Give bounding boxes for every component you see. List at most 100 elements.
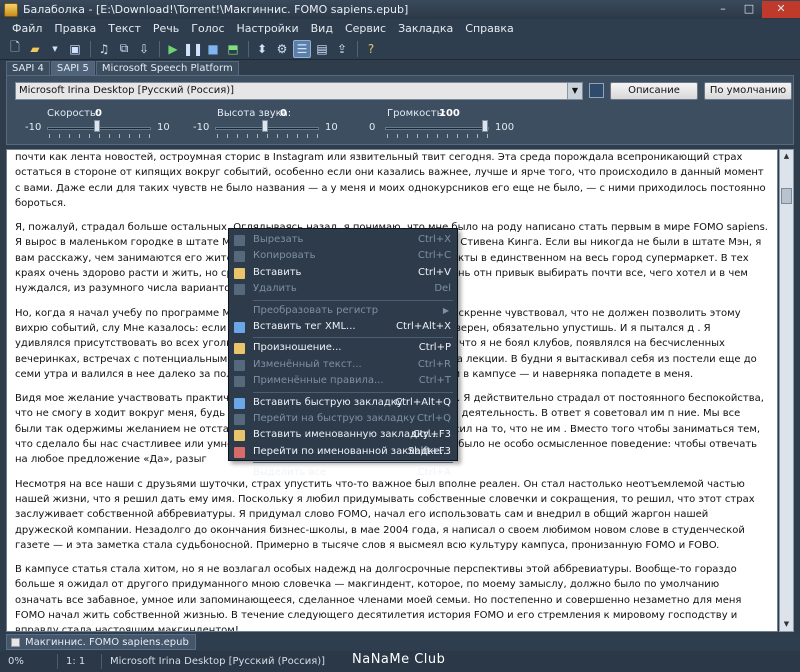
menu-text[interactable]: Текст [102, 19, 147, 38]
document-tab[interactable]: Макгиннис. FOMO sapiens.epub [6, 634, 196, 650]
context-menu-item[interactable]: Вставить тег XML... Ctrl+Alt+X [229, 319, 457, 335]
voice-icon[interactable]: ⬍ [253, 40, 271, 58]
context-menu-item[interactable]: Перейти по именованной закладке... Shift+… [229, 444, 457, 460]
default-button[interactable]: По умолчанию [704, 82, 792, 100]
paragraph: В кампусе статья стала хитом, но я не во… [15, 564, 742, 632]
scrollbar-thumb[interactable] [781, 188, 792, 204]
document-icon [11, 638, 20, 647]
tab-sapi4[interactable]: SAPI 4 [6, 61, 50, 75]
maximize-button[interactable]: □ [736, 1, 762, 18]
stop-icon[interactable]: ■ [204, 40, 222, 58]
context-menu-label: Вставить именованную закладку... [253, 429, 439, 441]
context-menu-label: Преобразовать регистр [253, 304, 379, 316]
menu-separator [253, 462, 453, 464]
watermark-logo: NaNaMe Club [352, 652, 446, 667]
voice-panel: Microsoft Irina Desktop [Русский (Россия… [6, 75, 794, 145]
speech-list-icon[interactable]: ▤ [313, 40, 331, 58]
save-icon[interactable]: ▣ [66, 40, 84, 58]
menu-help[interactable]: Справка [459, 19, 519, 38]
toolbar: 🗋 ▰ ▼ ▣ ♫ ⧉ ⇩ ▶ ❚❚ ■ ⬒ ⬍ ⚙ ☰ ▤ ⇪ ? [0, 38, 800, 60]
context-menu-shortcut: Del [434, 283, 451, 295]
chevron-down-icon[interactable]: ▼ [567, 83, 582, 99]
menu-speech[interactable]: Речь [147, 19, 185, 38]
volume-ticks [387, 134, 488, 138]
vertical-scrollbar[interactable]: ▲ ▼ [779, 149, 794, 632]
convert-icon[interactable]: ⬒ [224, 40, 242, 58]
new-file-icon[interactable]: 🗋 [6, 40, 24, 58]
menu-bookmark[interactable]: Закладка [392, 19, 459, 38]
settings-icon[interactable]: ⚙ [273, 40, 291, 58]
pause-icon[interactable]: ❚❚ [183, 40, 203, 58]
context-menu-label: Вставить тег XML... [253, 320, 356, 332]
context-menu-item: Удалить Del [229, 281, 457, 297]
engine-tabs: SAPI 4 SAPI 5 Microsoft Speech Platform [0, 61, 800, 75]
play-icon[interactable]: ▶ [164, 40, 182, 58]
speed-slider[interactable] [94, 120, 100, 132]
scroll-down-icon[interactable]: ▼ [780, 618, 793, 631]
tab-speech-platform[interactable]: Microsoft Speech Platform [95, 61, 239, 75]
menu-view[interactable]: Вид [305, 19, 339, 38]
context-menu-item[interactable]: Вставить быструю закладку Ctrl+Alt+Q [229, 395, 457, 411]
volume-track [385, 127, 489, 130]
context-menu-item[interactable]: Выделить все Ctrl+A [229, 465, 457, 481]
paragraph: Несмотря на все наши с друзьями шуточки,… [15, 478, 755, 551]
open-dropdown-icon[interactable]: ▼ [46, 40, 64, 58]
paragraph: почти как лента новостей, остроумная сто… [15, 152, 766, 209]
context-menu-shortcut: Ctrl+V [417, 266, 451, 278]
context-menu-label: Перейти на быструю закладку [253, 412, 416, 424]
speed-value: 0 [95, 108, 102, 119]
speed-max: 10 [157, 122, 170, 133]
menu-edit[interactable]: Правка [48, 19, 102, 38]
xml-tag-icon [234, 321, 245, 333]
document-tab-label: Макгиннис. FOMO sapiens.epub [25, 637, 189, 648]
context-menu-item: Преобразовать регистр ▶ [229, 303, 457, 319]
changed-text-icon [234, 359, 245, 371]
voice-select[interactable]: Microsoft Irina Desktop [Русский (Россия… [15, 82, 583, 100]
split-icon[interactable]: ☰ [293, 39, 311, 58]
menu-separator [253, 337, 453, 339]
import-icon[interactable]: ⇩ [135, 40, 153, 58]
open-folder-icon[interactable]: ▰ [26, 40, 44, 58]
context-menu-item[interactable]: Вставить именованную закладку... Ctrl+F3 [229, 427, 457, 443]
minimize-button[interactable]: – [710, 1, 736, 18]
speed-label: Скорость: [47, 108, 100, 119]
context-menu-item: Копировать Ctrl+C [229, 248, 457, 264]
context-menu-item: Перейти на быструю закладку Ctrl+Q [229, 411, 457, 427]
context-menu: Вырезать Ctrl+X Копировать Ctrl+C Вставить Ct… [228, 228, 458, 478]
volume-slider[interactable] [482, 120, 488, 132]
pronunciation-icon [234, 343, 245, 355]
volume-max: 100 [495, 122, 515, 133]
description-button[interactable]: Описание [610, 82, 698, 100]
help-icon[interactable]: ? [362, 40, 380, 58]
pitch-min: -10 [193, 122, 210, 133]
volume-label: Громкость: [387, 108, 446, 119]
tab-sapi5[interactable]: SAPI 5 [50, 61, 95, 75]
close-button[interactable]: ✕ [762, 1, 800, 18]
scroll-up-icon[interactable]: ▲ [780, 150, 793, 163]
export-icon[interactable]: ⇪ [333, 40, 351, 58]
context-menu-item: Применённые правила... Ctrl+T [229, 373, 457, 389]
menu-separator [253, 299, 453, 301]
speed-min: -10 [25, 122, 42, 133]
menu-bar: Файл Правка Текст Речь Голос Настройки В… [0, 19, 800, 38]
title-bar: Балаболка - [E:\Download!\Torrent!\Макги… [0, 0, 800, 19]
context-menu-item[interactable]: Вставить Ctrl+V [229, 265, 457, 281]
menu-tools[interactable]: Сервис [339, 19, 392, 38]
submenu-arrow-icon: ▶ [442, 305, 449, 315]
copy-icon [234, 251, 245, 263]
save-audio-icon[interactable]: ♫ [95, 40, 113, 58]
highlight-color-box[interactable] [589, 83, 604, 98]
app-icon [4, 2, 18, 17]
context-menu-item[interactable]: Произношение... Ctrl+P [229, 340, 457, 356]
menu-voice[interactable]: Голос [185, 19, 230, 38]
status-position: 1: 1 [58, 654, 102, 669]
pitch-slider[interactable] [262, 120, 268, 132]
menu-file[interactable]: Файл [6, 19, 48, 38]
bookmark-icon [234, 397, 245, 409]
batch-convert-icon[interactable]: ⧉ [115, 40, 133, 58]
context-menu-shortcut: Ctrl+T [418, 375, 451, 387]
context-menu-label: Произношение... [253, 342, 342, 354]
toolbar-separator [159, 40, 160, 57]
menu-settings[interactable]: Настройки [231, 19, 305, 38]
context-menu-shortcut: Ctrl+Alt+X [396, 320, 451, 332]
